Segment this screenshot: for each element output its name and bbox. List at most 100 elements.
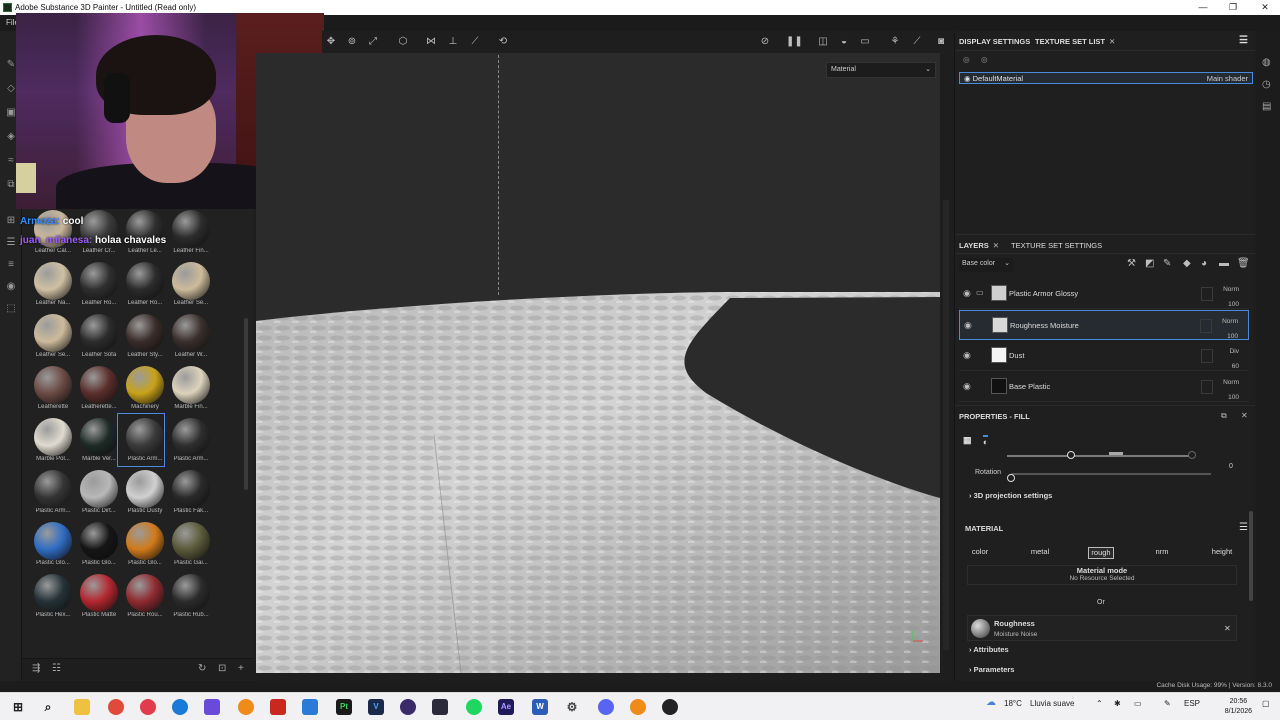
material-thumbnail[interactable]: Plastic Gai... xyxy=(164,518,210,570)
weather-temp[interactable]: 18°C xyxy=(1004,699,1022,708)
search-icon[interactable]: ⌕ xyxy=(40,699,56,715)
properties-scrollbar[interactable] xyxy=(1249,511,1253,601)
material-thumbnail[interactable]: Leather Sty... xyxy=(118,310,164,362)
shelf-scrollbar[interactable] xyxy=(244,318,248,490)
opera-icon[interactable] xyxy=(140,699,156,715)
visual-studio-icon[interactable]: V xyxy=(368,699,384,715)
spotify-icon[interactable] xyxy=(466,699,482,715)
eye-icon[interactable]: ◉ xyxy=(963,288,971,299)
pen-icon[interactable]: ✎ xyxy=(1164,699,1171,708)
blender-icon[interactable] xyxy=(238,699,254,715)
pause-icon[interactable]: ❚❚ xyxy=(786,35,803,49)
layer-mask-slot[interactable] xyxy=(1201,380,1213,394)
close-button[interactable]: ✕ xyxy=(1250,2,1280,13)
move-icon[interactable]: ✥ xyxy=(324,35,338,49)
close-icon[interactable]: ✕ xyxy=(1109,37,1115,46)
material-thumbnail[interactable]: Marble Ver... xyxy=(72,414,118,466)
shader-name[interactable]: Main shader xyxy=(1207,74,1248,83)
material-thumbnail[interactable]: Leather Se... xyxy=(164,258,210,310)
3d-viewport[interactable]: Material ⌄ xyxy=(256,53,940,673)
layer-opacity[interactable]: 100 xyxy=(1223,390,1239,405)
layer-mask-slot[interactable] xyxy=(1201,349,1213,363)
blend-mode[interactable]: Div xyxy=(1230,344,1239,359)
layer-blend[interactable]: Div 60 xyxy=(1230,344,1239,374)
history-icon[interactable]: ◷ xyxy=(1262,79,1271,90)
shelf-icon[interactable]: ☰ xyxy=(5,237,17,249)
material-thumbnail[interactable]: Leather Ro... xyxy=(72,258,118,310)
cube-icon[interactable]: ⬡ xyxy=(396,35,410,49)
material-thumbnail[interactable]: Plastic Rou... xyxy=(118,570,164,622)
scale-knob-2[interactable] xyxy=(1188,451,1196,459)
material-thumbnail[interactable]: Plastic Arm... xyxy=(164,414,210,466)
close-icon[interactable]: ✕ xyxy=(1241,411,1248,420)
viewport-scrollbar[interactable] xyxy=(943,200,949,650)
blend-mode[interactable]: Norm xyxy=(1223,282,1239,297)
minimize-button[interactable]: — xyxy=(1188,2,1218,12)
snap-icon[interactable]: ⟋ xyxy=(468,35,482,49)
filter-icon[interactable]: ⇶ xyxy=(32,663,40,674)
sphere-icon[interactable]: ◍ xyxy=(1262,57,1271,68)
bluetooth-icon[interactable]: ✱ xyxy=(1114,699,1121,708)
obs-icon[interactable] xyxy=(662,699,678,715)
chrome-icon[interactable] xyxy=(108,699,124,715)
material-thumbnail[interactable]: Marble Pol... xyxy=(26,414,72,466)
layer-mask-slot[interactable] xyxy=(1201,287,1213,301)
add-icon[interactable]: + xyxy=(238,663,244,674)
eye-icon[interactable]: ◉ xyxy=(964,320,972,331)
add-effect-icon[interactable]: ⚒ xyxy=(1127,258,1136,269)
eye-icon[interactable]: ◉ xyxy=(963,381,971,392)
visibility-icon[interactable]: ◎ xyxy=(981,55,988,64)
roughness-resource-row[interactable]: Roughness Moisture Noise ✕ xyxy=(967,615,1237,641)
layer-blend[interactable]: Norm 100 xyxy=(1223,375,1239,405)
maximize-button[interactable]: ❐ xyxy=(1218,2,1248,13)
material-thumbnail[interactable]: Leatherette xyxy=(26,362,72,414)
close-icon[interactable]: ✕ xyxy=(1224,624,1231,633)
bake-icon[interactable]: ◉ xyxy=(5,281,17,293)
tab-texture-set-settings[interactable]: TEXTURE SET SETTINGS xyxy=(1011,241,1102,250)
blend-mode[interactable]: Norm xyxy=(1222,314,1238,329)
material-thumbnail[interactable]: Plastic Glo... xyxy=(118,518,164,570)
new-folder-icon[interactable]: ⊡ xyxy=(218,663,226,674)
app-icon[interactable] xyxy=(204,699,220,715)
material-thumbnail[interactable]: Leather Sofa xyxy=(72,310,118,362)
edge-icon[interactable] xyxy=(172,699,188,715)
layer-row[interactable]: ◉ Dust Div 60 xyxy=(959,341,1249,371)
visibility-icon[interactable]: ◎ xyxy=(963,55,970,64)
parameters-toggle[interactable]: › Parameters xyxy=(969,665,1014,674)
material-thumbnail[interactable]: Plastic Arm... xyxy=(26,466,72,518)
discord-icon[interactable] xyxy=(598,699,614,715)
export-icon[interactable]: ⬚ xyxy=(5,303,17,315)
layers-icon[interactable]: ≡ xyxy=(5,259,17,271)
add-fill-layer-icon[interactable]: ◆ xyxy=(1183,258,1191,269)
material-thumbnail[interactable]: Leather Ro... xyxy=(118,258,164,310)
layer-blend[interactable]: Norm 100 xyxy=(1223,282,1239,312)
network-icon[interactable]: ▭ xyxy=(1134,699,1142,708)
notification-icon[interactable]: ▢ xyxy=(1262,699,1270,708)
rotation-value[interactable]: 0 xyxy=(1229,463,1233,470)
eye-icon[interactable]: ◉ xyxy=(964,74,971,83)
rotate-icon[interactable]: ⊚ xyxy=(345,35,359,49)
rotation-knob[interactable] xyxy=(1007,474,1015,482)
layer-blend[interactable]: Norm 100 xyxy=(1222,314,1238,344)
word-icon[interactable]: W xyxy=(532,699,548,715)
language-indicator[interactable]: ESP xyxy=(1184,699,1200,708)
channel-nrm-button[interactable]: nrm xyxy=(1149,547,1175,559)
layer-row[interactable]: ◉ Roughness Moisture Norm 100 xyxy=(959,310,1249,340)
after-effects-icon[interactable]: Ae xyxy=(498,699,514,715)
rotation-slider[interactable] xyxy=(1011,473,1211,475)
weather-desc[interactable]: Lluvia suave xyxy=(1030,699,1074,708)
layer-row[interactable]: ◉ ▭ Plastic Armor Glossy Norm 100 xyxy=(959,279,1249,309)
material-thumbnail[interactable]: Plastic Arm... xyxy=(117,413,165,467)
menu-icon[interactable]: ☰ xyxy=(1239,35,1248,46)
viewport-channel-dropdown[interactable]: Material ⌄ xyxy=(826,62,936,78)
projection-settings-toggle[interactable]: › 3D projection settings xyxy=(969,491,1052,500)
hide-icon[interactable]: ⊘ xyxy=(758,35,772,49)
file-explorer-icon[interactable] xyxy=(74,699,90,715)
material-thumbnail[interactable]: Plastic Hex... xyxy=(26,570,72,622)
app-icon[interactable] xyxy=(270,699,286,715)
camera-icon[interactable]: ▭ xyxy=(858,35,872,49)
blend-mode[interactable]: Norm xyxy=(1223,375,1239,390)
blender-icon[interactable] xyxy=(630,699,646,715)
delete-icon[interactable]: 🗑 xyxy=(1237,258,1250,269)
layer-mask-slot[interactable] xyxy=(1200,319,1212,333)
